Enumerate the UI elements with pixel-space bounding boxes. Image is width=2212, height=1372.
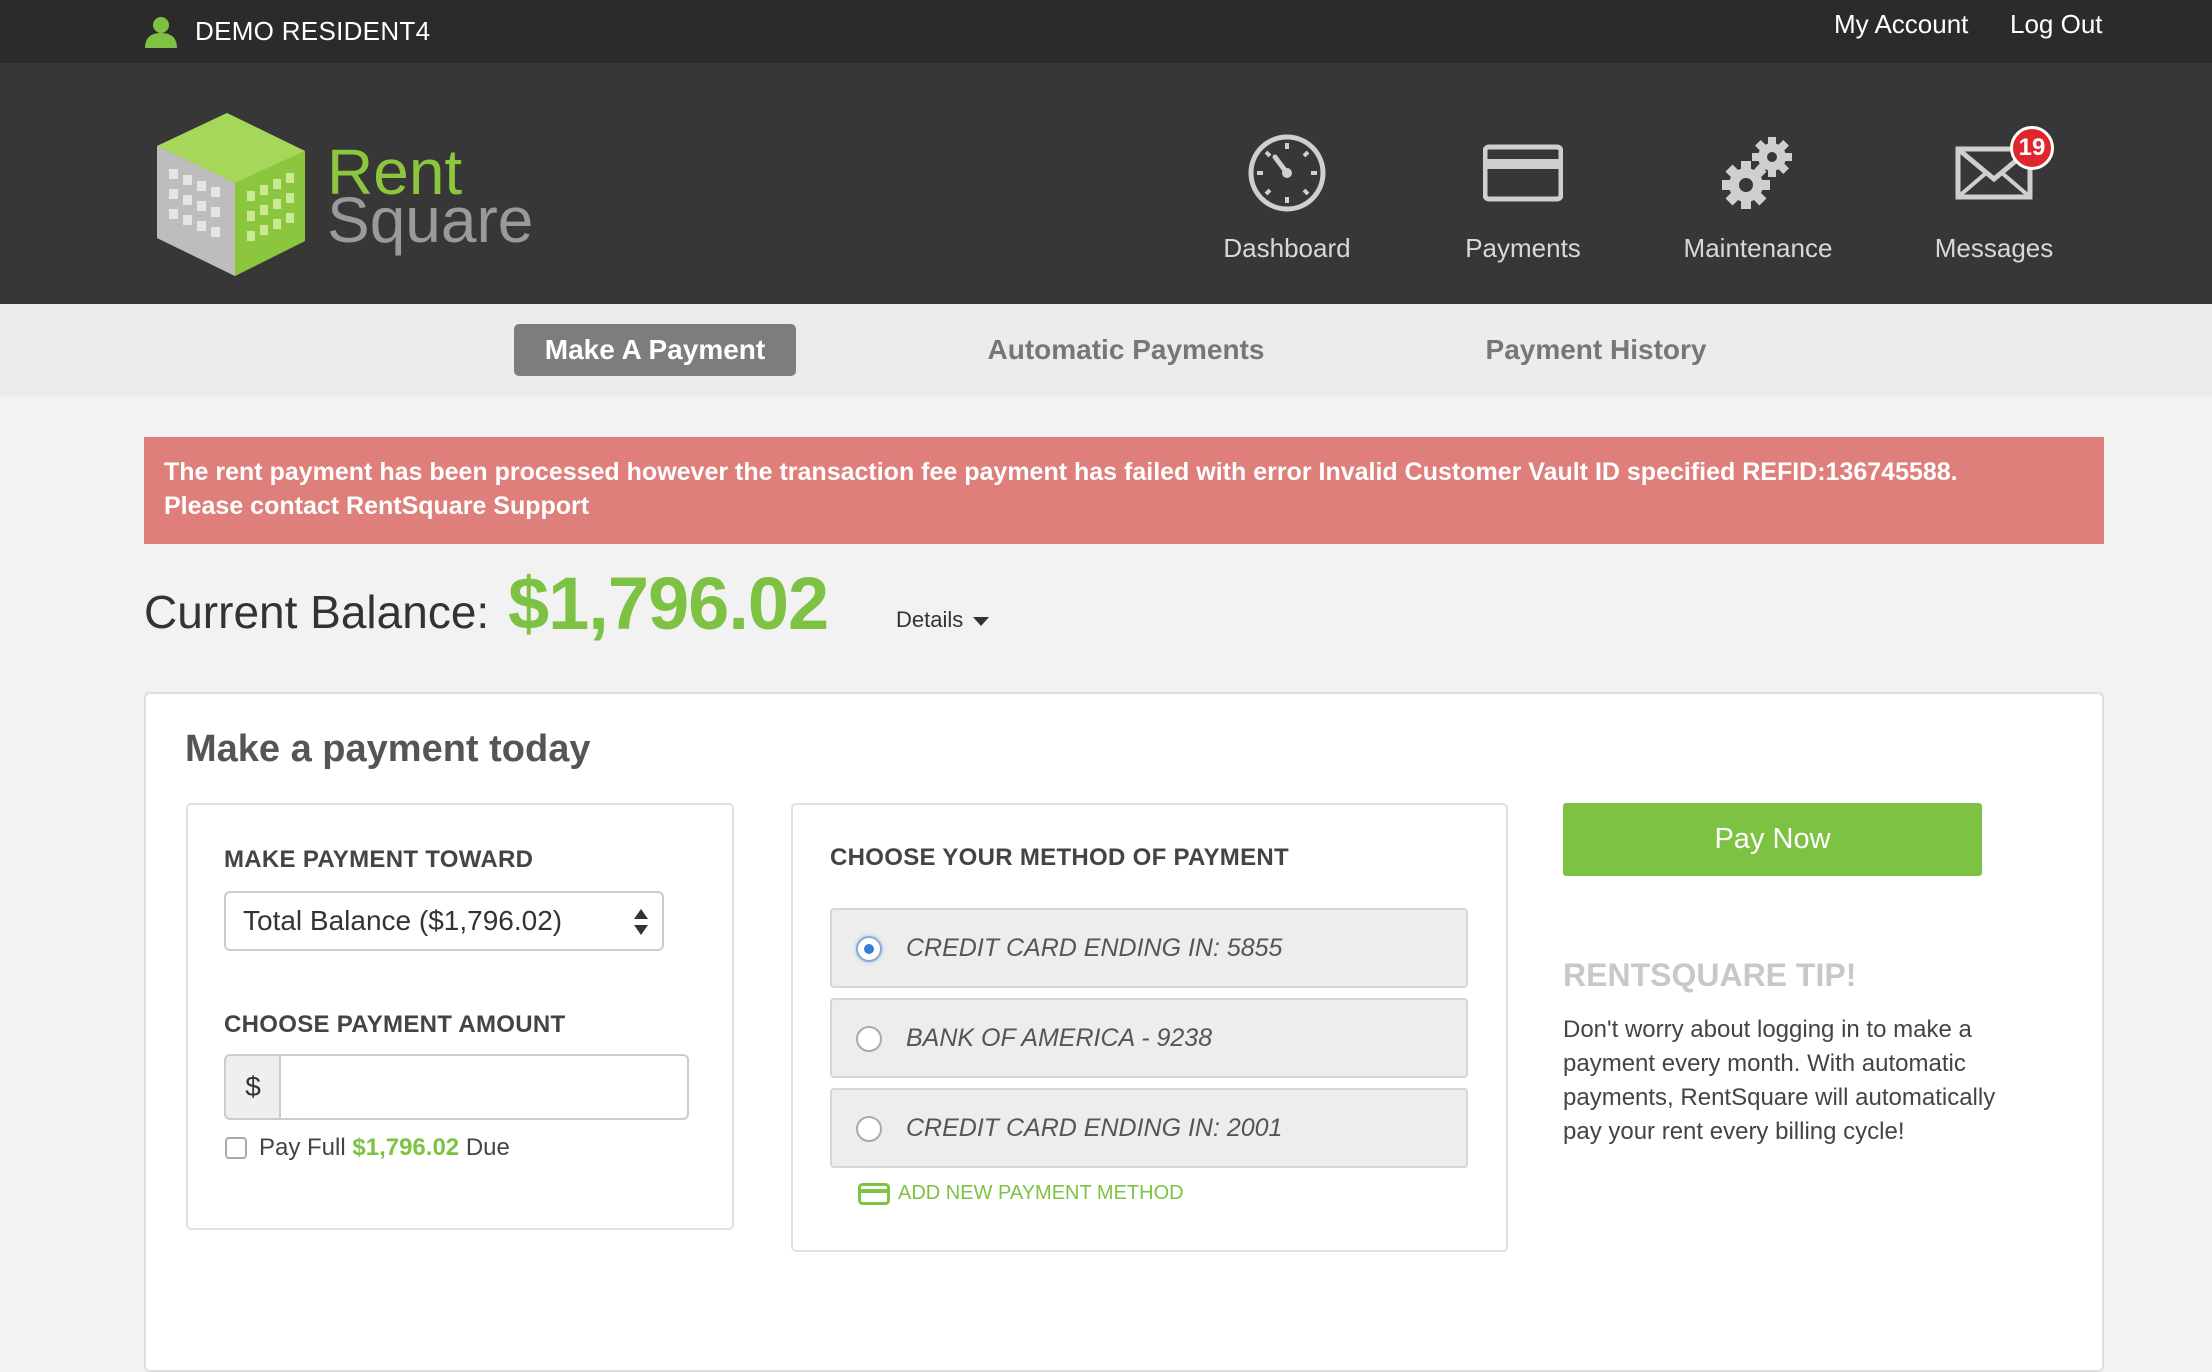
error-alert-line1: The rent payment has been processed howe… [164,458,1958,486]
payment-toward-select[interactable]: Total Balance ($1,796.02) [224,891,664,951]
payment-amount-input[interactable] [279,1054,689,1120]
pay-full-prefix: Pay Full [259,1134,346,1161]
payment-method-heading: CHOOSE YOUR METHOD OF PAYMENT [830,844,1289,871]
pay-now-button[interactable]: Pay Now [1563,803,1982,876]
details-dropdown[interactable]: Details [896,607,990,633]
main-header: Rent Square Dashboard Payments Maintenan… [0,63,2212,304]
caret-down-icon [973,616,990,626]
payment-amount-heading: CHOOSE PAYMENT AMOUNT [224,1011,566,1038]
add-payment-method-label: ADD NEW PAYMENT METHOD [898,1182,1184,1204]
tip-title: RENTSQUARE TIP! [1563,957,1857,993]
gears-icon [1722,137,1792,209]
my-account-link[interactable]: My Account [1834,9,1968,40]
tip-body: Don't worry about logging in to make a p… [1563,1016,1996,1145]
nav-maintenance[interactable]: Maintenance [1648,133,1868,293]
gauge-icon [1248,134,1326,212]
pay-full-checkbox[interactable] [225,1137,247,1159]
payment-method-option[interactable]: CREDIT CARD ENDING IN: 2001 [830,1088,1468,1168]
pay-full-label[interactable]: Pay Full $1,796.02 Due [259,1134,510,1162]
current-balance-label: Current Balance: [144,586,490,638]
nav-payments[interactable]: Payments [1413,133,1633,293]
nav-dashboard-label: Dashboard [1223,233,1351,263]
payments-subnav: Make A Payment Automatic Payments Paymen… [0,304,2212,396]
nav-maintenance-label: Maintenance [1683,233,1833,263]
pay-full-amount: $1,796.02 [352,1134,460,1161]
payment-method-label: CREDIT CARD ENDING IN: 5855 [906,934,1283,962]
payment-toward-heading: MAKE PAYMENT TOWARD [224,846,534,873]
user-name: DEMO RESIDENT4 [195,16,431,46]
tab-payment-history[interactable]: Payment History [1466,324,1726,376]
top-bar: DEMO RESIDENT4 My Account Log Out [0,0,2212,63]
currency-addon: $ [224,1054,280,1120]
error-alert-line2: Please contact RentSquare Support [164,492,590,520]
pay-full-suffix: Due [465,1134,510,1161]
details-label: Details [896,607,964,632]
payment-method-label: BANK OF AMERICA - 9238 [906,1024,1213,1052]
nav-payments-label: Payments [1465,233,1581,263]
credit-card-icon [1483,144,1563,202]
messages-badge: 19 [2010,126,2054,170]
log-out-link[interactable]: Log Out [2010,9,2103,40]
radio-button[interactable] [856,1116,882,1142]
error-alert: The rent payment has been processed howe… [144,437,2104,544]
logo-text-square: Square [327,184,534,256]
radio-button[interactable] [856,1026,882,1052]
nav-messages-label: Messages [1934,233,2054,263]
payment-method-option[interactable]: CREDIT CARD ENDING IN: 5855 [830,908,1468,988]
select-arrows-icon [634,909,648,935]
nav-messages[interactable]: 19 Messages [1884,126,2104,293]
tab-make-a-payment[interactable]: Make A Payment [514,324,796,376]
radio-button[interactable] [856,936,882,962]
payment-method-label: CREDIT CARD ENDING IN: 2001 [906,1114,1283,1142]
tab-automatic-payments[interactable]: Automatic Payments [970,324,1282,376]
credit-card-icon [858,1182,890,1205]
add-payment-method-link[interactable]: ADD NEW PAYMENT METHOD [858,1182,1184,1205]
user-icon [145,17,177,48]
payment-toward-selected: Total Balance ($1,796.02) [243,905,563,936]
current-balance-value: $1,796.02 [508,562,829,645]
payment-method-option[interactable]: BANK OF AMERICA - 9238 [830,998,1468,1078]
nav-dashboard[interactable]: Dashboard [1177,133,1397,293]
payment-card-title: Make a payment today [185,728,591,770]
